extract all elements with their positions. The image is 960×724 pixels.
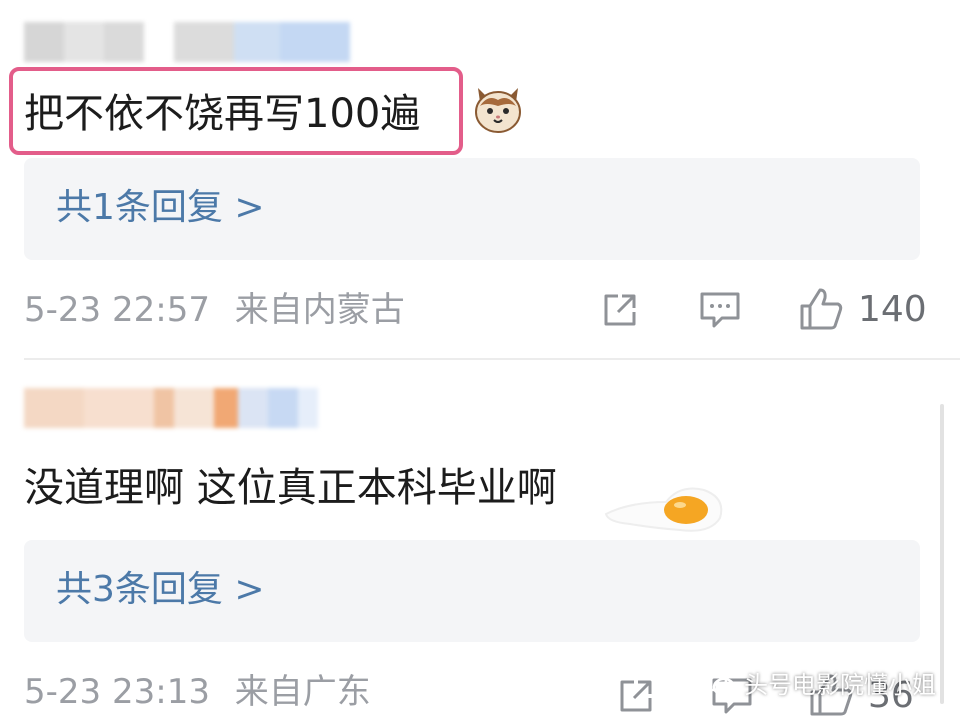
fried-egg-icon	[604, 487, 723, 532]
share-button[interactable]	[600, 290, 640, 330]
thumbs-up-icon	[800, 288, 843, 330]
reply-box[interactable]: 共3条回复 >	[24, 540, 920, 642]
like-count: 140	[858, 288, 927, 330]
comment-meta: 5-23 23:13 来自广东	[24, 670, 371, 714]
view-replies-link[interactable]: 共3条回复 >	[56, 564, 265, 616]
blurred-username[interactable]	[24, 22, 350, 62]
location: 来自广东	[234, 672, 371, 712]
comment-text: 没道理啊 这位真正本科毕业啊	[24, 465, 557, 511]
comment-text: 把不依不饶再写100遍	[24, 91, 421, 137]
timestamp: 5-23 23:13	[24, 672, 210, 712]
watermark: 头号电影院懂小姐	[700, 665, 936, 700]
share-icon	[620, 680, 652, 712]
share-button[interactable]	[616, 676, 656, 716]
blurred-username[interactable]	[24, 388, 318, 428]
reply-box[interactable]: 共1条回复 >	[24, 158, 920, 260]
scrollbar[interactable]	[940, 404, 944, 704]
comment-icon	[700, 292, 740, 328]
like-button[interactable]: 140	[798, 286, 927, 332]
cat-emoji-icon	[475, 88, 521, 133]
view-replies-link[interactable]: 共1条回复 >	[56, 182, 265, 234]
comment-meta: 5-23 22:57 来自内蒙古	[24, 288, 405, 332]
location: 来自内蒙古	[234, 290, 405, 330]
comment-divider	[24, 358, 960, 360]
watermark-text: 头号电影院懂小姐	[744, 671, 936, 699]
timestamp: 5-23 22:57	[24, 290, 210, 330]
share-icon	[604, 294, 636, 326]
wechat-icon	[700, 668, 736, 696]
comment-button[interactable]	[698, 290, 742, 330]
